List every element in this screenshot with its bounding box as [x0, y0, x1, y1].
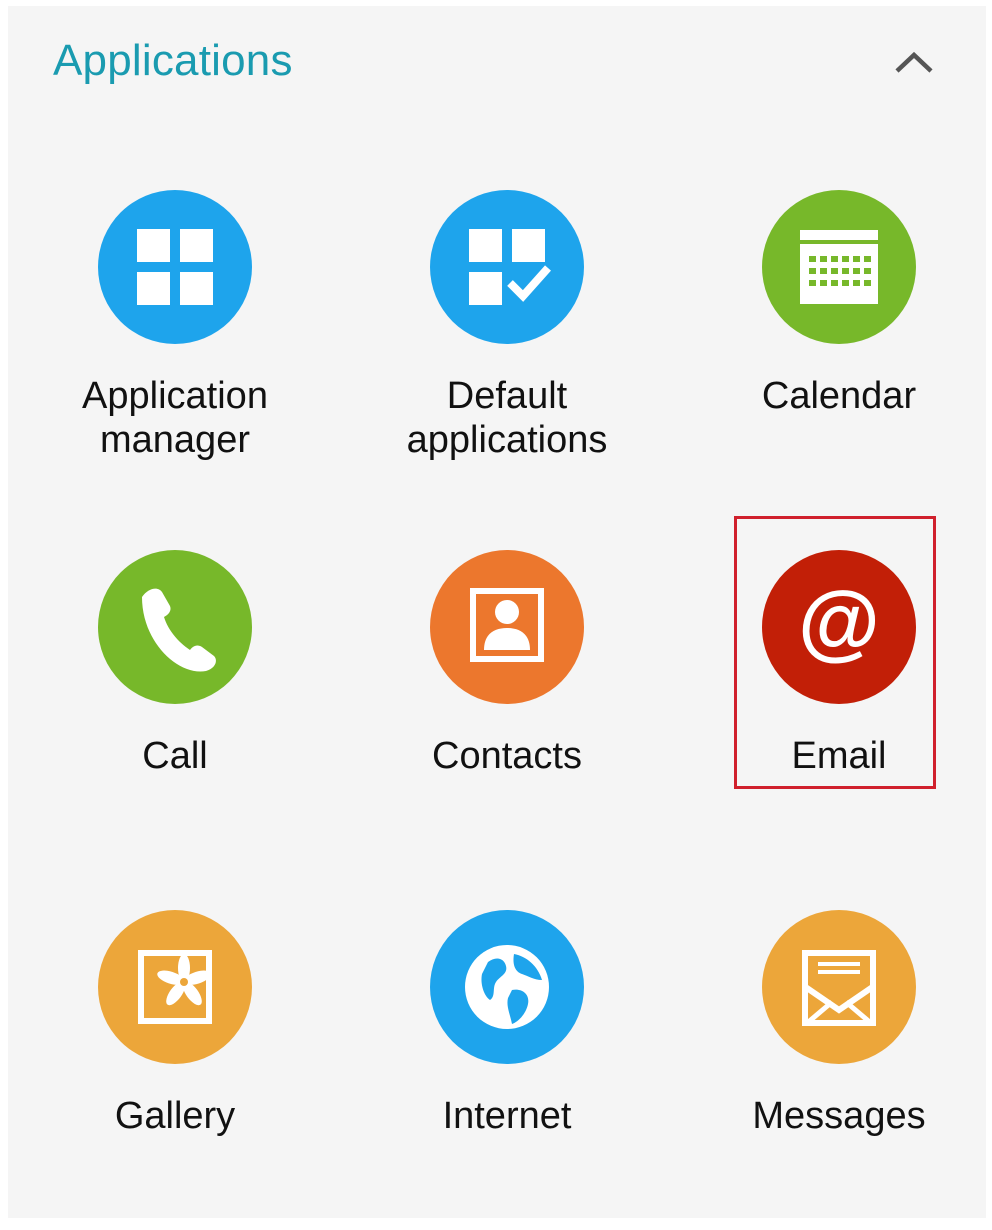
- section-title: Applications: [53, 36, 293, 85]
- at-sign-icon: @: [762, 550, 916, 704]
- app-tile-application-manager[interactable]: Application manager: [8, 190, 338, 510]
- app-tile-email[interactable]: @ Email: [672, 550, 992, 870]
- globe-icon: [430, 910, 584, 1064]
- app-label-gallery: Gallery: [114, 1095, 236, 1137]
- app-label-email: Email: [791, 735, 887, 777]
- app-grid-icon: [98, 190, 252, 344]
- phone-icon: [98, 550, 252, 704]
- collapse-button[interactable]: [884, 40, 944, 84]
- grid-check-icon: [430, 190, 584, 344]
- app-label-contacts: Contacts: [432, 735, 582, 777]
- contact-card-icon: [430, 550, 584, 704]
- app-label-internet: Internet: [442, 1095, 572, 1137]
- app-label-default-applications: Default applications: [406, 375, 608, 461]
- app-label-calendar: Calendar: [761, 375, 917, 417]
- chevron-up-icon: [895, 51, 933, 73]
- app-tile-default-applications[interactable]: Default applications: [340, 190, 670, 510]
- envelope-icon: [762, 910, 916, 1064]
- calendar-icon: [762, 190, 916, 344]
- app-tile-gallery[interactable]: Gallery: [8, 910, 338, 1230]
- svg-text:@: @: [798, 574, 880, 668]
- app-label-application-manager: Application manager: [82, 375, 268, 461]
- app-tile-calendar[interactable]: Calendar: [672, 190, 992, 510]
- app-label-call: Call: [142, 735, 208, 777]
- app-tile-internet[interactable]: Internet: [340, 910, 670, 1230]
- app-label-messages: Messages: [752, 1095, 926, 1137]
- app-tile-messages[interactable]: Messages: [672, 910, 992, 1230]
- app-tile-call[interactable]: Call: [8, 550, 338, 870]
- app-tile-contacts[interactable]: Contacts: [340, 550, 670, 870]
- gallery-flower-icon: [98, 910, 252, 1064]
